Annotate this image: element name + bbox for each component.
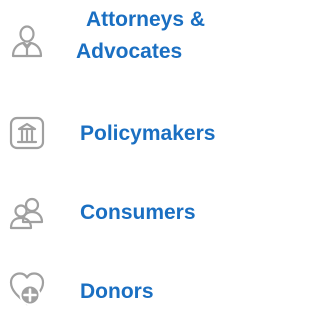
government-building-icon xyxy=(8,114,46,152)
nav-item-attorneys-advocates[interactable]: Attorneys & Advocates xyxy=(0,0,270,80)
attorney-icon xyxy=(8,22,46,60)
nav-label-donors: Donors xyxy=(80,280,154,303)
heart-plus-icon xyxy=(8,270,46,308)
nav-label-attorneys-line1: Attorneys & xyxy=(86,8,206,31)
people-group-icon xyxy=(8,194,46,232)
nav-item-consumers[interactable]: Consumers xyxy=(0,188,270,238)
nav-item-donors[interactable]: Donors xyxy=(0,262,200,310)
nav-label-consumers: Consumers xyxy=(80,201,196,224)
nav-item-policymakers[interactable]: Policymakers xyxy=(0,108,277,158)
nav-label-attorneys-line2: Advocates xyxy=(76,40,183,63)
nav-label-policymakers: Policymakers xyxy=(80,122,216,145)
